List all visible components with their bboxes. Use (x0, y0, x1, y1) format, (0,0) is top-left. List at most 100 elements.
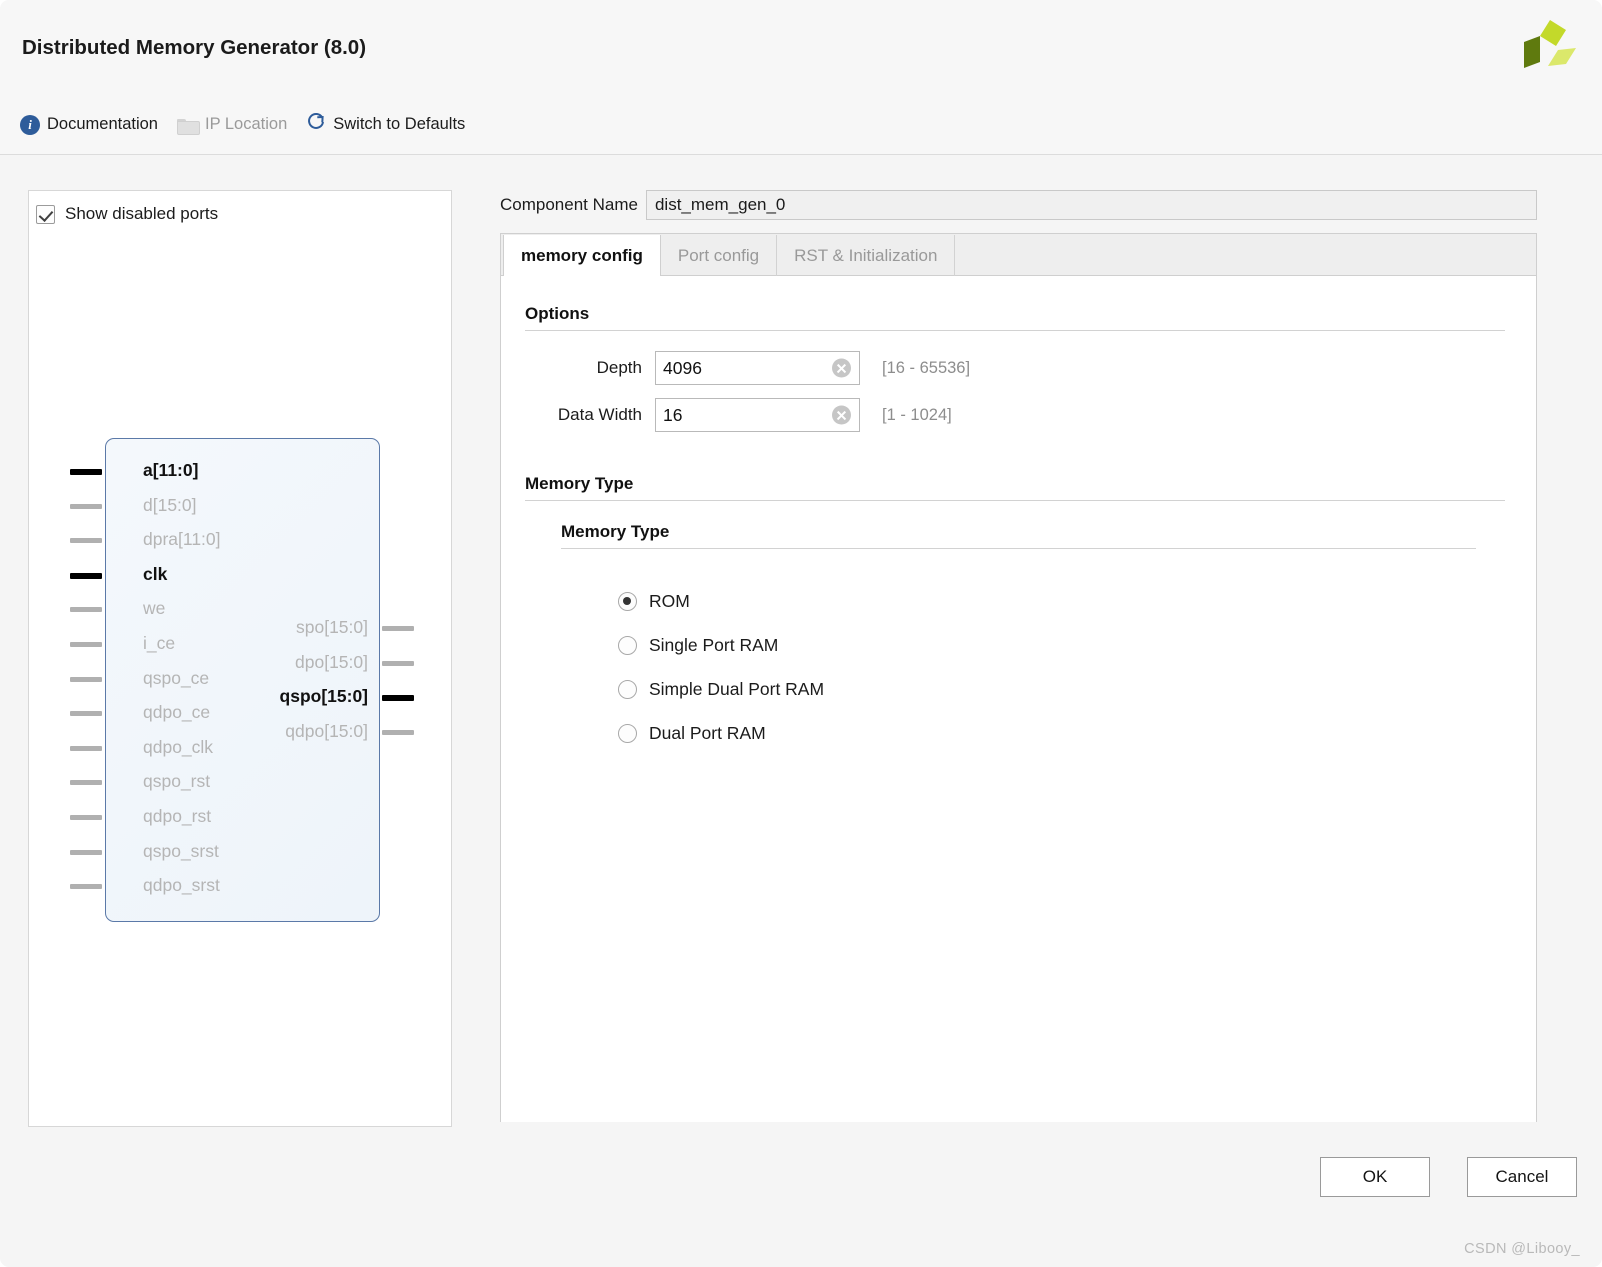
options-section: Options Depth [16 - 65536] Dat (525, 304, 1505, 443)
radio-rom[interactable] (618, 591, 637, 611)
port-label-qdpo_rst: qdpo_rst (143, 806, 212, 826)
port-label-qdpo_ce: qdpo_ce (143, 702, 211, 723)
radio-simple-dual-port-ram-label: Simple Dual Port RAM (649, 678, 825, 699)
data-width-input[interactable] (656, 399, 859, 431)
config-panel: Component Name memory config Port config… (500, 190, 1574, 1127)
xilinx-pinwheel-logo (1524, 20, 1576, 68)
port-label-d150: d[15:0] (143, 494, 197, 515)
port-stub-dpra110 (70, 538, 102, 544)
port-label-qspo_ce: qspo_ce (143, 667, 210, 688)
switch-to-defaults-button[interactable]: Switch to Defaults (304, 110, 474, 139)
dialog-header: Distributed Memory Generator (8.0) i Doc… (0, 0, 1602, 155)
port-label-qdpo_srst: qdpo_srst (143, 875, 220, 896)
dialog-footer: OK Cancel CSDN @Libooy_ (0, 1127, 1602, 1267)
port-label-i_ce: i_ce (143, 633, 176, 653)
component-name-row: Component Name (500, 190, 1537, 220)
memory-type-group-title: Memory Type (561, 522, 670, 541)
radio-single-port-ram-label: Single Port RAM (649, 634, 779, 655)
tab-strip: memory config Port config RST & Initiali… (501, 234, 1536, 276)
memory-type-radio-list: ROM Single Port RAM Simple Dual Port RAM (561, 579, 1476, 755)
dialog-window: Distributed Memory Generator (8.0) i Doc… (0, 0, 1602, 1267)
port-label-we: we (143, 598, 166, 619)
memory-type-section-divider (525, 500, 1505, 501)
port-stub-spo150 (382, 626, 414, 631)
port-label-spo150: spo[15:0] (296, 617, 368, 637)
ip-location-label: IP Location (204, 115, 288, 133)
radio-dual-port-ram-label: Dual Port RAM (649, 722, 766, 743)
port-stub-qdpo150 (382, 729, 414, 735)
config-tab-panel: memory config Port config RST & Initiali… (500, 233, 1537, 1122)
ip-location-button[interactable]: IP Location (175, 113, 296, 136)
port-stub-qspo_srst (70, 849, 102, 855)
tab-rst-initialization[interactable]: RST & Initialization (777, 235, 956, 276)
depth-input-wrap (655, 351, 860, 385)
tab-memory-config-label: memory config (521, 245, 643, 265)
ip-symbol-panel: Show disabled ports a[11:0] d[15:0] dpra[1… (28, 190, 452, 1127)
memory-type-group-divider (561, 548, 1476, 549)
radio-row-dual-port-ram[interactable]: Dual Port RAM (618, 711, 1476, 755)
port-stub-qdpo_clk (70, 745, 102, 751)
tab-rst-initialization-label: RST & Initialization (794, 245, 938, 265)
data-width-range-hint: [1 - 1024] (882, 405, 952, 424)
component-name-input[interactable] (645, 190, 1537, 220)
port-label-qspo_srst: qspo_srst (143, 840, 219, 861)
cancel-button[interactable]: Cancel (1467, 1157, 1577, 1197)
memory-type-group: Memory Type ROM Single Port RAM Simple D… (561, 522, 1476, 755)
port-label-dpo150: dpo[15:0] (295, 651, 368, 672)
switch-to-defaults-label: Switch to Defaults (333, 115, 466, 133)
port-label-qdpo_clk: qdpo_clk (143, 736, 214, 757)
radio-row-single-port-ram[interactable]: Single Port RAM (618, 623, 1476, 667)
clear-icon[interactable] (832, 405, 851, 425)
port-stub-qdpo_srst (70, 884, 102, 890)
ip-symbol-diagram: a[11:0] d[15:0] dpra[11:0] clk we i_ce qspo_ce… (29, 191, 453, 1128)
radio-dual-port-ram[interactable] (618, 723, 637, 743)
refresh-icon (306, 112, 326, 137)
port-stub-qspo150 (382, 695, 414, 702)
port-stub-a110 (70, 469, 102, 475)
port-label-a110: a[11:0] (143, 460, 199, 480)
port-stub-we (70, 607, 102, 613)
options-fields: Depth [16 - 65536] Data Width (525, 349, 1505, 434)
depth-field-row: Depth [16 - 65536] (525, 349, 1505, 387)
tab-port-config[interactable]: Port config (661, 235, 778, 276)
depth-label: Depth (596, 358, 642, 377)
watermark: CSDN @Libooy_ (1464, 1241, 1580, 1257)
tab-memory-config[interactable]: memory config (503, 235, 661, 276)
page-title: Distributed Memory Generator (8.0) (22, 36, 367, 59)
port-stub-qspo_ce (70, 676, 102, 682)
port-label-clk: clk (143, 563, 168, 584)
clear-icon[interactable] (832, 358, 851, 378)
tab-port-config-label: Port config (677, 245, 760, 265)
documentation-label: Documentation (47, 115, 158, 133)
port-label-qspo150: qspo[15:0] (279, 686, 368, 707)
documentation-button[interactable]: i Documentation (18, 113, 167, 137)
radio-single-port-ram[interactable] (618, 635, 637, 655)
radio-rom-label: ROM (649, 590, 690, 611)
port-stub-qdpo_ce (70, 711, 102, 717)
port-stub-i_ce (70, 642, 102, 647)
ok-button[interactable]: OK (1320, 1157, 1430, 1197)
radio-row-rom[interactable]: ROM (618, 579, 1476, 623)
tab-strip-filler (955, 234, 1536, 275)
radio-simple-dual-port-ram[interactable] (618, 679, 637, 699)
data-width-label: Data Width (557, 405, 642, 424)
port-stub-clk (70, 572, 102, 579)
memory-config-tab-content: Options Depth [16 - 65536] Dat (501, 276, 1536, 1122)
port-stub-d150 (70, 503, 102, 509)
port-label-dpra110: dpra[11:0] (143, 529, 221, 550)
port-stub-dpo150 (382, 660, 414, 666)
port-label-qspo_rst: qspo_rst (143, 771, 211, 792)
component-name-label: Component Name (500, 195, 638, 214)
memory-type-section: Memory Type Memory Type ROM Single Port … (525, 474, 1505, 743)
port-stub-qdpo_rst (70, 815, 102, 820)
memory-type-section-title: Memory Type (525, 474, 634, 493)
folder-icon (176, 117, 200, 135)
dialog-button-row: OK Cancel (1320, 1157, 1577, 1197)
radio-row-simple-dual-port-ram[interactable]: Simple Dual Port RAM (618, 667, 1476, 711)
info-icon: i (20, 114, 40, 135)
data-width-input-wrap (655, 398, 860, 432)
toolbar: i Documentation IP Location Switch to De… (18, 110, 482, 139)
depth-input[interactable] (656, 352, 859, 384)
port-stub-qspo_rst (70, 780, 102, 786)
data-width-field-row: Data Width [1 - 1024] (525, 396, 1505, 434)
